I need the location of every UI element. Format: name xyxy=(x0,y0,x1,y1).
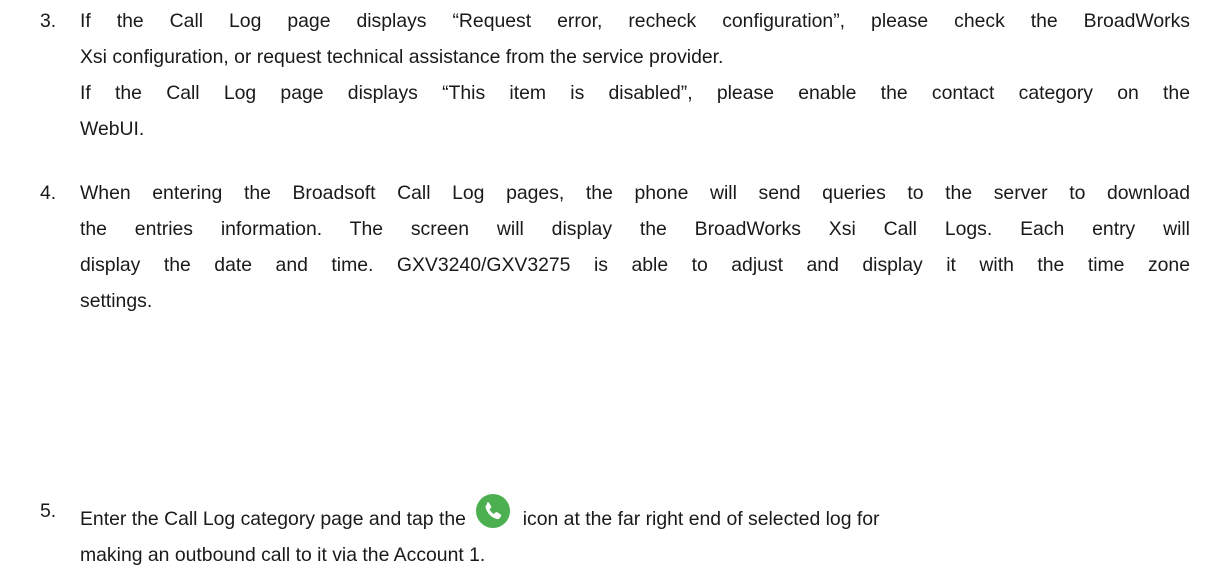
paragraph-line: WebUI. xyxy=(80,118,145,140)
list-item-4: 4. When entering the Broadsoft Call Log … xyxy=(40,175,1190,319)
paragraph-line: settings. xyxy=(80,290,153,312)
item-number: 4. xyxy=(40,182,57,204)
item-body: If the Call Log page displays “Request e… xyxy=(80,3,1190,147)
paragraph-line: making an outbound call to it via the Ac… xyxy=(80,544,486,566)
list-item-5: 5. Enter the Call Log category page and … xyxy=(40,493,1190,573)
phone-call-icon xyxy=(475,493,511,529)
paragraph-line: Xsi configuration, or request technical … xyxy=(80,46,724,68)
item-body: Enter the Call Log category page and tap… xyxy=(80,493,1190,573)
item-body: When entering the Broadsoft Call Log pag… xyxy=(80,175,1190,319)
document-page: 3. If the Call Log page displays “Reques… xyxy=(0,0,1220,573)
paragraph-line-with-icon: Enter the Call Log category page and tap… xyxy=(80,493,1190,537)
list-item-3: 3. If the Call Log page displays “Reques… xyxy=(40,3,1190,147)
paragraph-line: When entering the Broadsoft Call Log pag… xyxy=(80,182,1190,204)
text-after-icon: icon at the far right end of selected lo… xyxy=(522,508,880,530)
paragraph-line: display the date and time. GXV3240/GXV32… xyxy=(80,254,1190,276)
paragraph-line: If the Call Log page displays “Request e… xyxy=(80,10,1190,32)
text-before-icon: Enter the Call Log category page and tap… xyxy=(80,508,466,530)
paragraph-line: the entries information. The screen will… xyxy=(80,218,1190,240)
item-number: 5. xyxy=(40,500,57,522)
item-number: 3. xyxy=(40,10,57,32)
paragraph-line: If the Call Log page displays “This item… xyxy=(80,82,1190,104)
